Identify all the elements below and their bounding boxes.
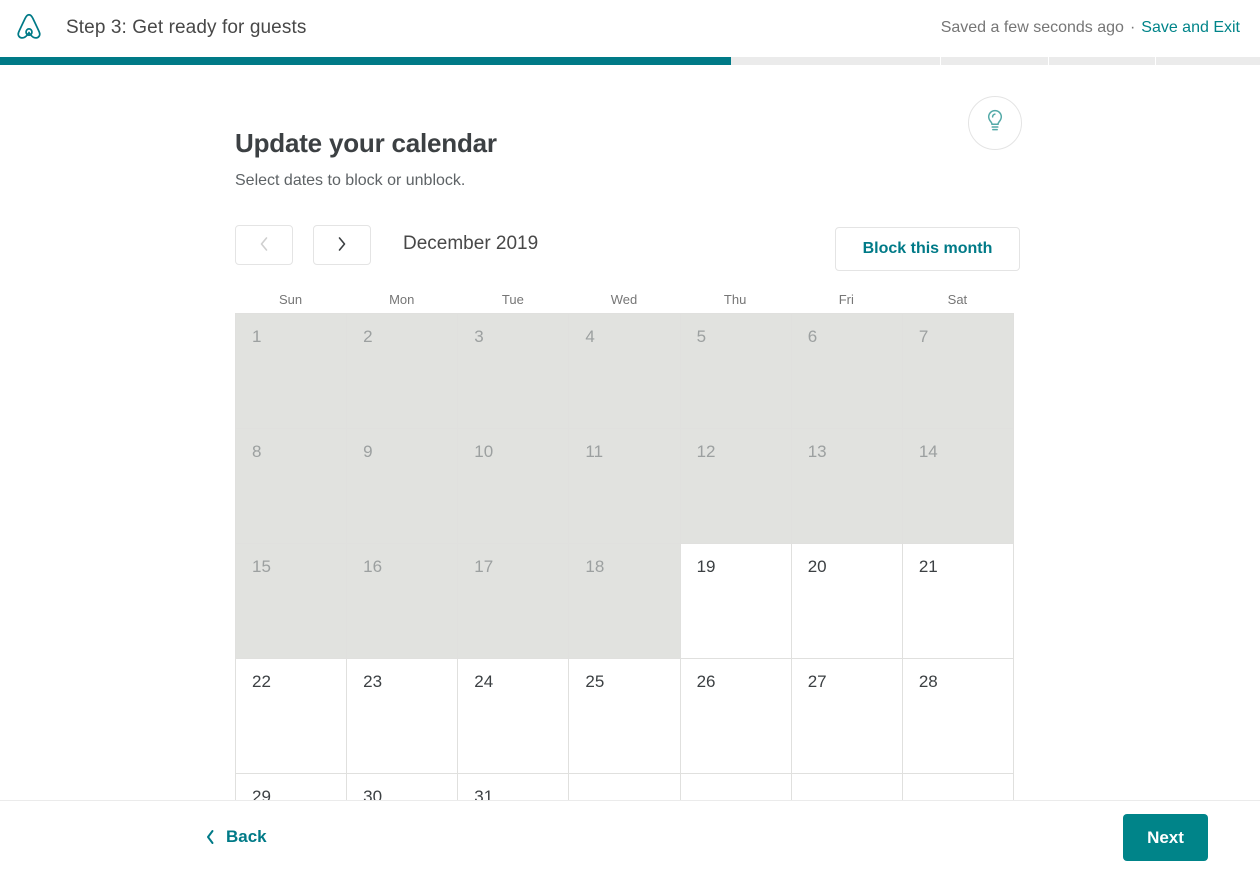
- back-button[interactable]: Back: [200, 821, 271, 853]
- calendar-day-cell[interactable]: 7: [902, 314, 1014, 429]
- calendar-day-cell[interactable]: 2: [347, 314, 459, 429]
- weekday-label-thu: Thu: [723, 292, 747, 307]
- progress-segment-divider: [1154, 57, 1156, 65]
- top-bar-right: Saved a few seconds ago · Save and Exit: [941, 19, 1240, 37]
- calendar-day-cell[interactable]: 24: [458, 659, 570, 774]
- next-button[interactable]: Next: [1123, 814, 1208, 861]
- progress-segment-divider: [939, 57, 941, 65]
- page-subtitle: Select dates to block or unblock.: [235, 172, 466, 189]
- calendar-day-cell[interactable]: 28: [902, 659, 1014, 774]
- calendar-day-cell[interactable]: 15: [236, 544, 348, 659]
- calendar-day-cell[interactable]: 10: [458, 429, 570, 544]
- weekday-label-sun: Sun: [279, 292, 303, 307]
- calendar-day-cell[interactable]: 20: [791, 544, 903, 659]
- calendar-day-cell[interactable]: 27: [791, 659, 903, 774]
- calendar-grid: 1 2 3 4 5 6 7 8 9 10 11 12 13 14 15 16 17 18 19 20 21 22 23 24 2…: [235, 313, 1014, 859]
- calendar-controls: December 2019 Block this month: [235, 225, 1020, 273]
- calendar-viewport[interactable]: 1 2 3 4 5 6 7 8 9 10 11 12 13 14 15 16 17 18 19 20 21 22 23 24 2…: [235, 313, 1014, 859]
- airbnb-belo-logo-icon[interactable]: [12, 11, 46, 45]
- lightbulb-icon: [983, 108, 1007, 139]
- calendar-day-cell[interactable]: 4: [569, 314, 681, 429]
- weekday-label-mon: Mon: [389, 292, 415, 307]
- calendar-day-cell[interactable]: 25: [569, 659, 681, 774]
- weekday-label-fri: Fri: [838, 292, 854, 307]
- calendar-day-cell[interactable]: 16: [347, 544, 459, 659]
- calendar-day-cell[interactable]: 17: [458, 544, 570, 659]
- calendar-day-cell[interactable]: 3: [458, 314, 570, 429]
- prev-month-button[interactable]: [235, 225, 293, 265]
- progress-bar: [0, 57, 1260, 65]
- page-title: Update your calendar: [235, 128, 497, 158]
- tip-button[interactable]: [968, 96, 1022, 150]
- calendar-day-cell[interactable]: 18: [569, 544, 681, 659]
- step-title: Step 3: Get ready for guests: [66, 17, 307, 38]
- calendar-day-cell[interactable]: 12: [680, 429, 792, 544]
- calendar-day-cell[interactable]: 23: [347, 659, 459, 774]
- back-button-label: Back: [226, 827, 267, 846]
- progress-bar-fill: [0, 57, 731, 65]
- calendar-day-cell[interactable]: 19: [680, 544, 792, 659]
- calendar-day-cell[interactable]: 14: [902, 429, 1014, 544]
- calendar-day-cell[interactable]: 1: [236, 314, 348, 429]
- top-bar: Step 3: Get ready for guests Saved a few…: [0, 0, 1260, 56]
- calendar-day-cell[interactable]: 22: [236, 659, 348, 774]
- main-content: Update your calendar Select dates to blo…: [0, 65, 1260, 859]
- chevron-right-icon: [335, 235, 349, 256]
- weekday-label-sat: Sat: [947, 292, 968, 307]
- weekday-label-tue: Tue: [501, 292, 524, 307]
- separator: ·: [1129, 19, 1136, 36]
- weekday-label-wed: Wed: [610, 292, 638, 307]
- progress-segment-divider: [1047, 57, 1049, 65]
- calendar-day-cell[interactable]: 8: [236, 429, 348, 544]
- calendar-day-cell[interactable]: 26: [680, 659, 792, 774]
- chevron-left-icon: [257, 235, 271, 256]
- calendar-day-cell[interactable]: 13: [791, 429, 903, 544]
- calendar-day-cell[interactable]: 9: [347, 429, 459, 544]
- block-this-month-button[interactable]: Block this month: [835, 227, 1020, 271]
- next-month-button[interactable]: [313, 225, 371, 265]
- calendar-day-cell[interactable]: 11: [569, 429, 681, 544]
- weekday-header: Sun Mon Tue Wed Thu Fri Sat: [235, 292, 1013, 307]
- calendar-day-cell[interactable]: 21: [902, 544, 1014, 659]
- saved-status: Saved a few seconds ago: [940, 19, 1124, 36]
- calendar-day-cell[interactable]: 5: [680, 314, 792, 429]
- month-label: December 2019: [403, 233, 539, 254]
- chevron-left-icon: [204, 828, 216, 846]
- calendar-day-cell[interactable]: 6: [791, 314, 903, 429]
- progress-bar-track: [730, 57, 1260, 65]
- footer-bar: Back Next: [0, 800, 1260, 874]
- save-and-exit-link[interactable]: Save and Exit: [1141, 19, 1240, 37]
